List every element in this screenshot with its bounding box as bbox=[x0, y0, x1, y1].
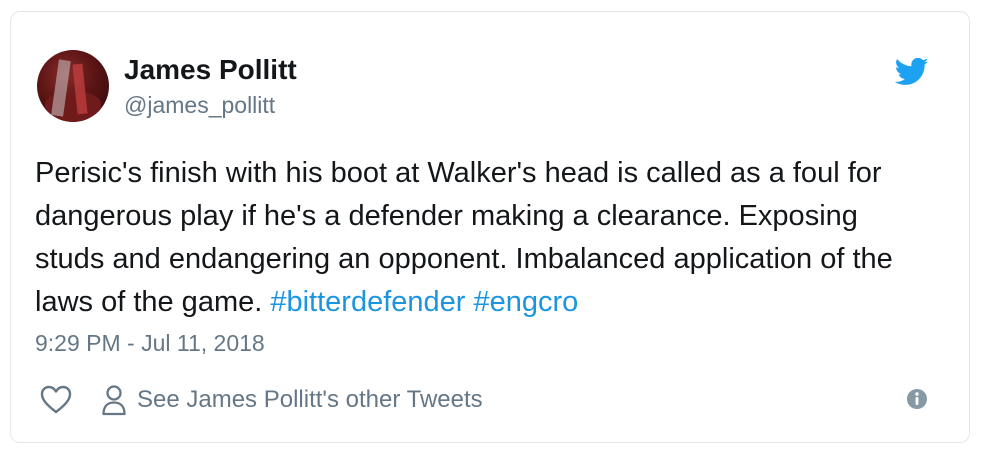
info-icon[interactable] bbox=[906, 388, 928, 410]
person-icon[interactable] bbox=[101, 384, 127, 416]
author-handle[interactable]: @james_pollitt bbox=[124, 92, 275, 119]
heart-icon[interactable] bbox=[39, 384, 73, 416]
tweet-card: James Pollitt @james_pollitt Perisic's f… bbox=[10, 11, 970, 443]
avatar[interactable] bbox=[37, 50, 109, 122]
hashtag-link[interactable]: #engcro bbox=[474, 286, 579, 318]
author-name[interactable]: James Pollitt bbox=[124, 54, 297, 86]
tweet-timestamp[interactable]: 9:29 PM - Jul 11, 2018 bbox=[35, 330, 265, 357]
twitter-bird-icon[interactable] bbox=[895, 57, 929, 87]
hashtag-link[interactable]: #bitterdefender bbox=[270, 286, 465, 318]
see-other-tweets-link[interactable]: See James Pollitt's other Tweets bbox=[137, 386, 483, 414]
tweet-text: Perisic's finish with his boot at Walker… bbox=[35, 152, 935, 324]
